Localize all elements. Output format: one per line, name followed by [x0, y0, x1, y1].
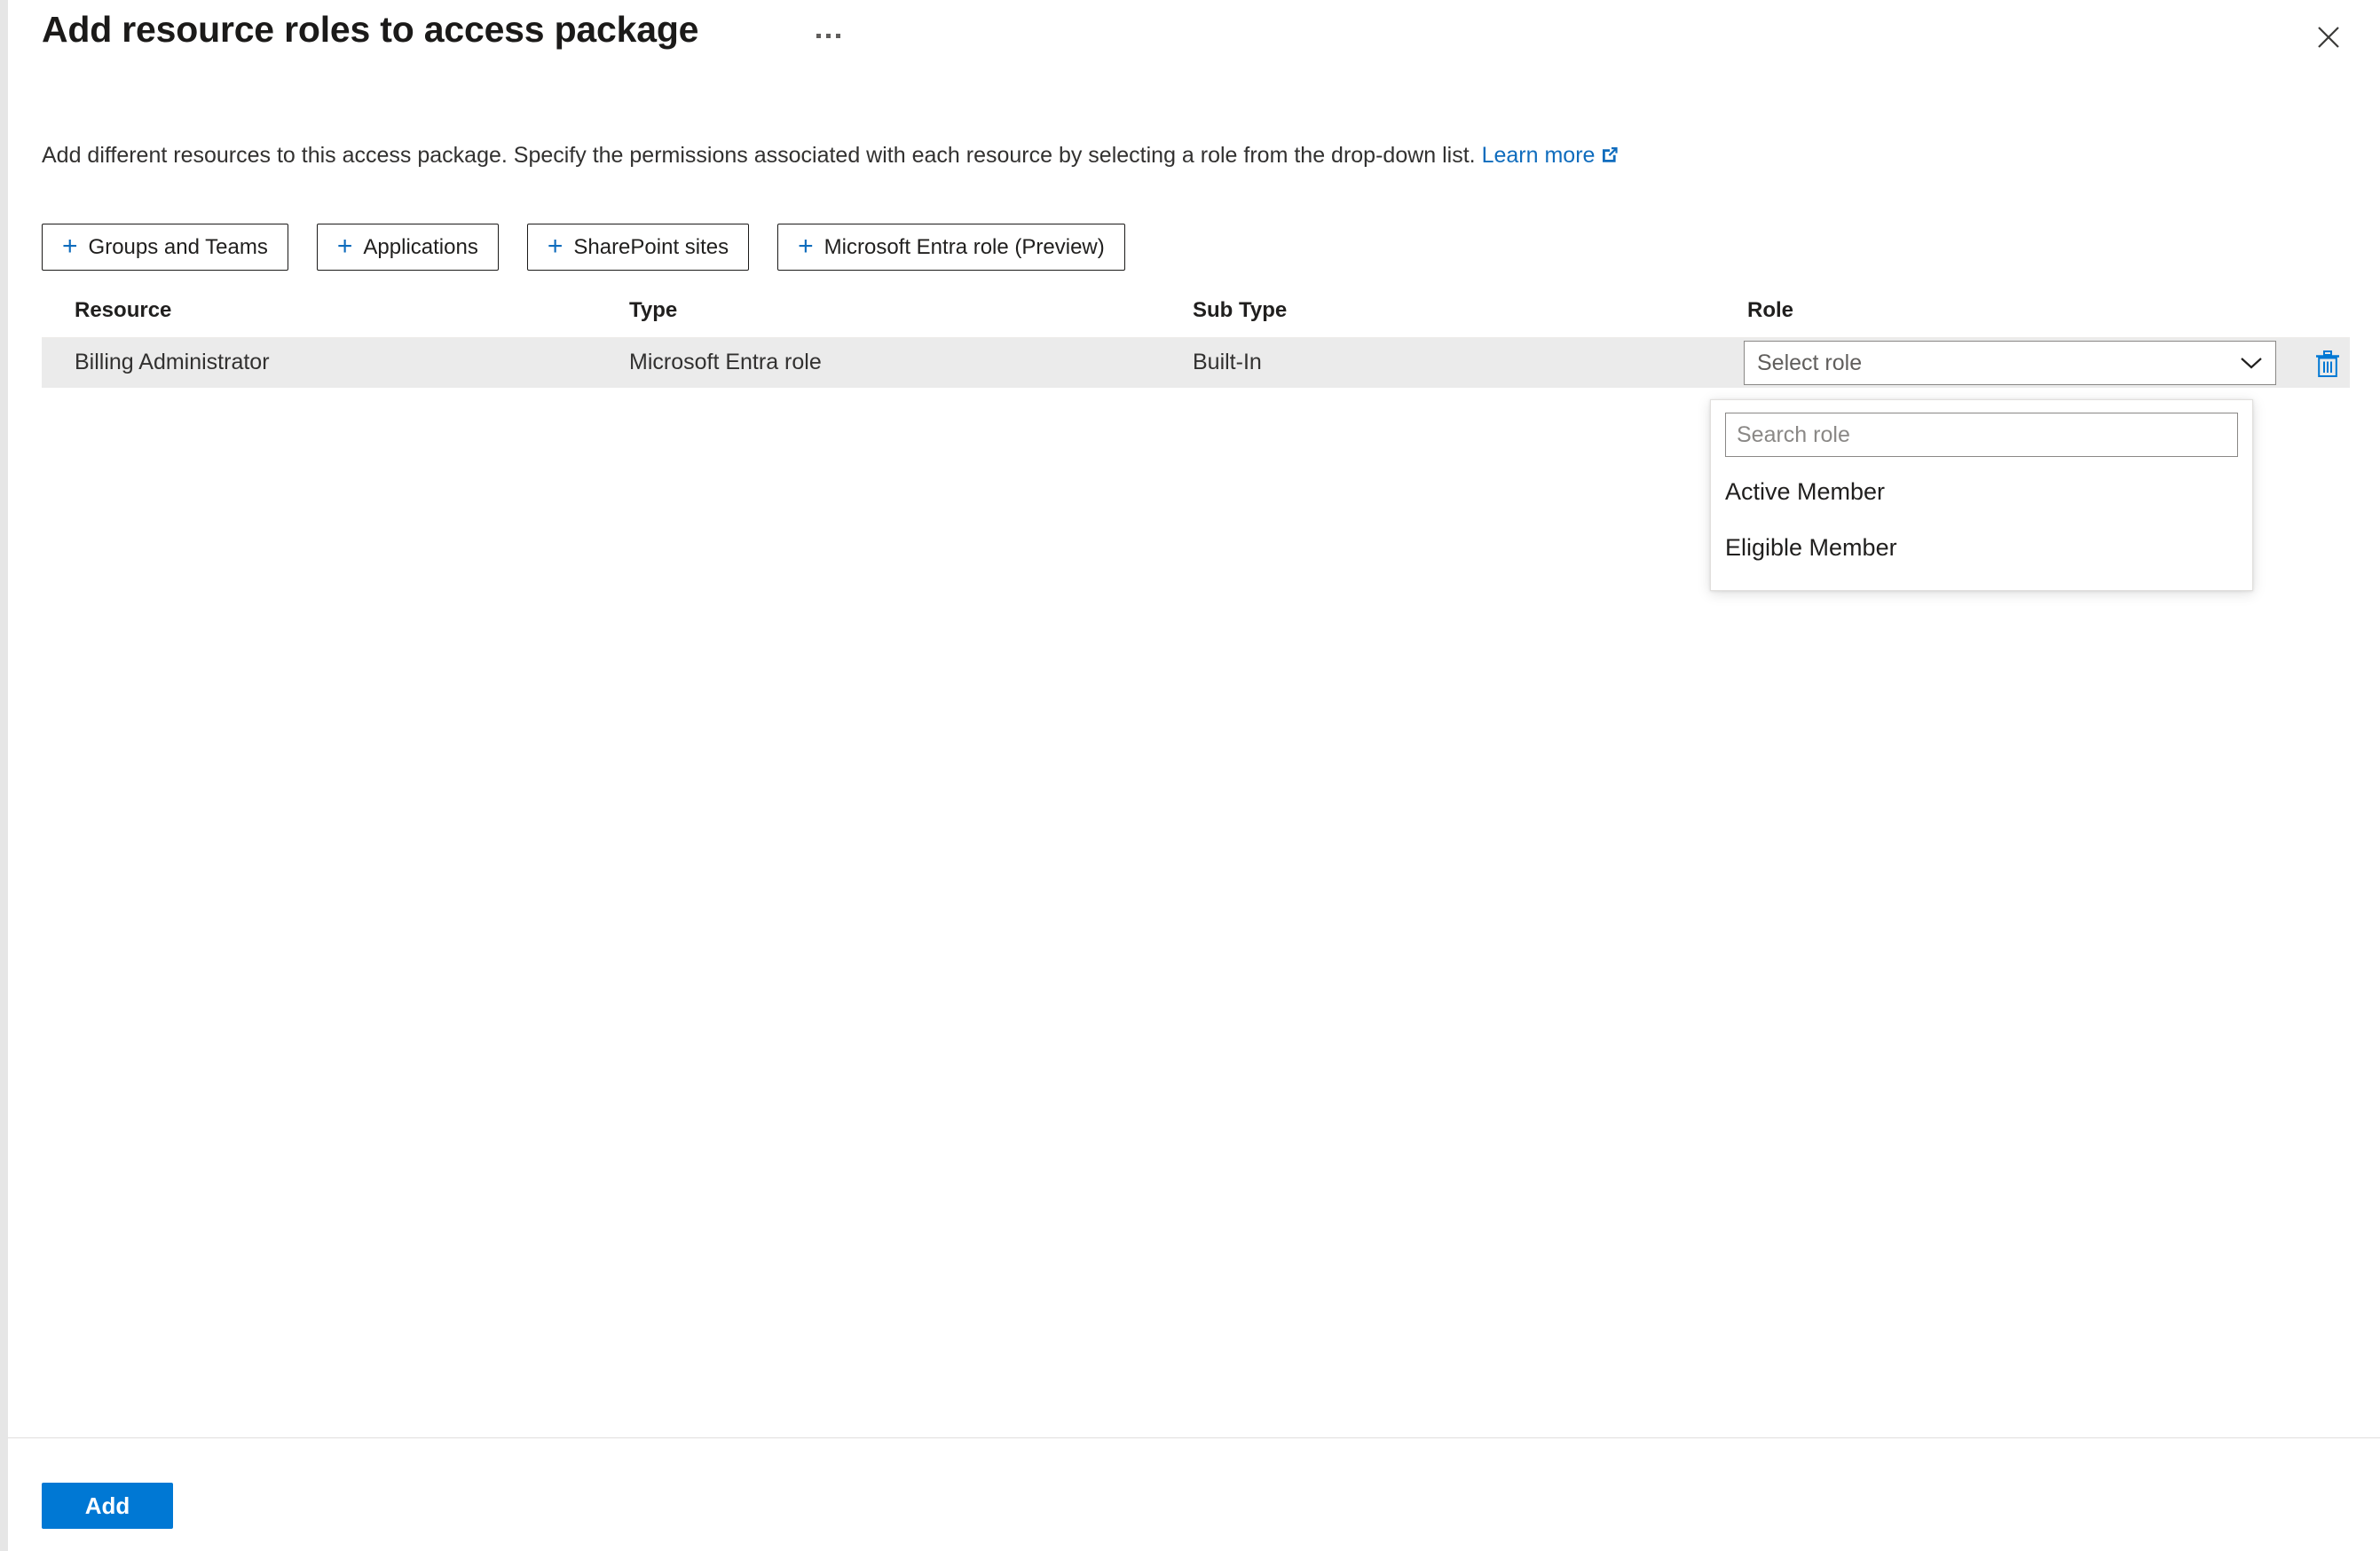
- role-search-input[interactable]: [1725, 413, 2238, 457]
- add-resource-roles-blade: Add resource roles to access package Add…: [8, 0, 2380, 1551]
- cell-sub-type: Built-In: [1193, 350, 1262, 374]
- cell-role: Select role: [1744, 341, 2276, 385]
- learn-more-link[interactable]: Learn more: [1482, 143, 1620, 168]
- ellipsis-dot-3: [835, 33, 840, 38]
- plus-icon: +: [798, 231, 814, 261]
- add-groups-and-teams-button[interactable]: + Groups and Teams: [42, 224, 288, 271]
- cell-resource: Billing Administrator: [75, 350, 270, 374]
- learn-more-label: Learn more: [1481, 143, 1596, 168]
- column-header-resource: Resource: [75, 298, 172, 322]
- ellipsis-dot-1: [816, 33, 821, 38]
- role-option-active-member[interactable]: Active Member: [1711, 464, 2252, 520]
- add-sharepoint-sites-label: SharePoint sites: [573, 234, 729, 259]
- add-applications-label: Applications: [363, 234, 478, 259]
- page-title: Add resource roles to access package: [42, 9, 699, 50]
- role-search-wrapper: [1711, 400, 2252, 464]
- column-header-role: Role: [1747, 298, 1794, 322]
- column-header-type: Type: [629, 298, 678, 322]
- chevron-down-icon[interactable]: [2227, 342, 2275, 384]
- description-text: Add different resources to this access p…: [42, 143, 1476, 168]
- ellipsis-icon[interactable]: [805, 16, 851, 55]
- blade-footer: Add: [8, 1438, 2380, 1551]
- column-header-sub-type: Sub Type: [1193, 298, 1288, 322]
- table-header-row: Resource Type Sub Type Role: [42, 291, 2350, 338]
- blade-header: Add resource roles to access package: [8, 0, 2380, 99]
- add-applications-button[interactable]: + Applications: [316, 224, 499, 271]
- role-select-combobox[interactable]: Select role: [1744, 341, 2276, 385]
- role-option-eligible-member[interactable]: Eligible Member: [1711, 520, 2252, 576]
- plus-icon: +: [547, 231, 563, 261]
- role-dropdown-callout: Active Member Eligible Member: [1710, 399, 2253, 591]
- blade-left-rail: [0, 0, 8, 1551]
- add-sharepoint-sites-button[interactable]: + SharePoint sites: [526, 224, 750, 271]
- cell-type: Microsoft Entra role: [629, 350, 822, 374]
- plus-icon: +: [336, 231, 353, 261]
- blade-description: Add different resources to this access p…: [42, 140, 1620, 172]
- close-icon[interactable]: [2304, 12, 2353, 62]
- resource-type-button-row: + Groups and Teams + Applications + Shar…: [42, 224, 1125, 271]
- add-groups-and-teams-label: Groups and Teams: [88, 234, 268, 259]
- add-entra-role-button[interactable]: + Microsoft Entra role (Preview): [777, 224, 1125, 271]
- add-button[interactable]: Add: [42, 1483, 173, 1529]
- trash-icon[interactable]: [2304, 344, 2352, 383]
- resource-roles-table: Resource Type Sub Type Role Billing Admi…: [42, 291, 2350, 388]
- external-link-icon: [1600, 142, 1620, 172]
- ellipsis-dot-2: [825, 33, 831, 38]
- plus-icon: +: [62, 231, 78, 261]
- add-entra-role-label: Microsoft Entra role (Preview): [824, 234, 1105, 259]
- table-row[interactable]: Billing Administrator Microsoft Entra ro…: [42, 338, 2350, 388]
- role-select-placeholder: Select role: [1757, 350, 1863, 375]
